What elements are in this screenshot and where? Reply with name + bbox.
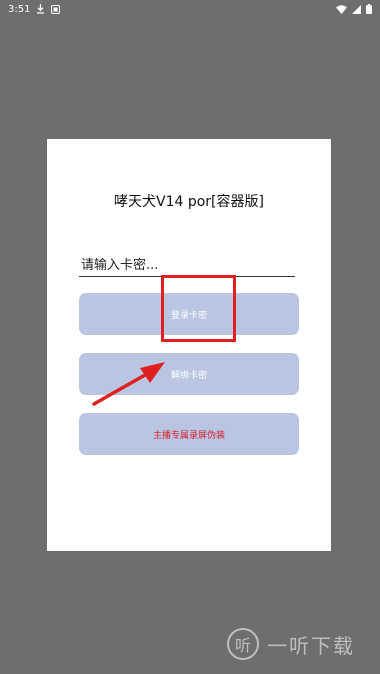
download-icon bbox=[36, 4, 45, 14]
watermark-logo-icon: 听 bbox=[227, 628, 259, 660]
streamer-screen-record-disguise-button[interactable]: 主播专属录屏伪装 bbox=[79, 413, 299, 455]
battery-icon bbox=[366, 4, 372, 14]
site-watermark: 听 一听下载 bbox=[227, 628, 355, 660]
watermark-logo-glyph: 听 bbox=[234, 636, 251, 655]
login-button-label: 登录卡密 bbox=[170, 310, 207, 321]
card-key-input[interactable] bbox=[79, 255, 295, 277]
notification-icon bbox=[51, 4, 61, 14]
unbind-button-label: 解绑卡密 bbox=[170, 370, 207, 381]
signal-icon bbox=[352, 4, 361, 14]
wifi-icon bbox=[336, 4, 347, 14]
disguise-button-label: 主播专属录屏伪装 bbox=[152, 430, 225, 441]
card-key-dialog: 哮天犬V14 por[容器版] 登录卡密 解绑卡密 主播专属录屏伪装 bbox=[47, 139, 331, 551]
dialog-title: 哮天犬V14 por[容器版] bbox=[114, 194, 264, 210]
login-card-key-button[interactable]: 登录卡密 bbox=[79, 293, 299, 335]
unbind-card-key-button[interactable]: 解绑卡密 bbox=[79, 353, 299, 395]
status-time: 3:51 bbox=[8, 3, 31, 15]
status-bar: 3:51 bbox=[0, 0, 380, 18]
watermark-text: 一听下载 bbox=[267, 633, 355, 658]
